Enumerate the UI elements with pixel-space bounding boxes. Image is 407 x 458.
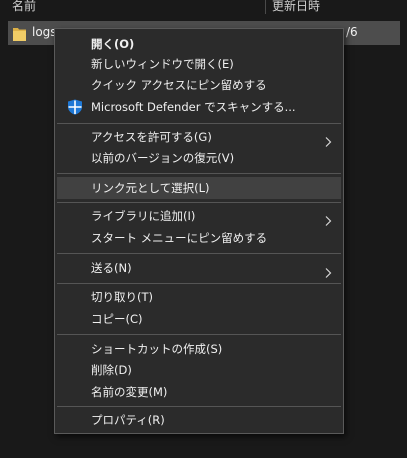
- menu-item-label: コピー(C): [91, 312, 143, 326]
- menu-item-properties[interactable]: プロパティ(R): [57, 409, 341, 431]
- menu-item-send-to[interactable]: 送る(N): [57, 257, 341, 279]
- menu-item-open-new-window[interactable]: 新しいウィンドウで開く(E): [57, 53, 341, 75]
- menu-item-label: ライブラリに追加(I): [91, 209, 196, 223]
- menu-separator: [57, 202, 341, 203]
- menu-item-label: 新しいウィンドウで開く(E): [91, 57, 234, 71]
- menu-item-label: 削除(D): [91, 363, 132, 377]
- menu-item-include-in-library[interactable]: ライブラリに追加(I): [57, 205, 341, 227]
- menu-separator: [57, 334, 341, 335]
- menu-item-select-as-link-source[interactable]: リンク元として選択(L): [57, 177, 341, 199]
- chevron-right-icon: [323, 211, 333, 226]
- menu-item-label: 切り取り(T): [91, 290, 153, 304]
- menu-item-label: スタート メニューにピン留めする: [91, 231, 268, 245]
- menu-item-label: プロパティ(R): [91, 413, 165, 427]
- menu-separator: [57, 173, 341, 174]
- menu-item-give-access[interactable]: アクセスを許可する(G): [57, 126, 341, 148]
- menu-item-label: Microsoft Defender でスキャンする...: [91, 100, 296, 114]
- menu-item-label: ショートカットの作成(S): [91, 342, 223, 356]
- file-name: logs: [32, 25, 57, 39]
- menu-item-label: 名前の変更(M): [91, 385, 168, 399]
- menu-item-label: 送る(N): [91, 261, 132, 275]
- menu-item-rename[interactable]: 名前の変更(M): [57, 381, 341, 403]
- name-column-header[interactable]: 名前: [12, 0, 36, 14]
- menu-item-restore-previous-versions[interactable]: 以前のバージョンの復元(V): [57, 147, 341, 169]
- menu-separator: [57, 283, 341, 284]
- menu-item-copy[interactable]: コピー(C): [57, 308, 341, 330]
- menu-item-label: クイック アクセスにピン留めする: [91, 78, 267, 92]
- menu-item-pin-quick-access[interactable]: クイック アクセスにピン留めする: [57, 74, 341, 96]
- menu-item-delete[interactable]: 削除(D): [57, 359, 341, 381]
- menu-item-open[interactable]: 開く(O): [57, 33, 341, 55]
- menu-item-label: 以前のバージョンの復元(V): [91, 151, 235, 165]
- menu-item-label: リンク元として選択(L): [91, 181, 210, 195]
- menu-separator: [57, 406, 341, 407]
- modified-column-header[interactable]: 更新日時: [272, 0, 320, 14]
- menu-item-defender-scan[interactable]: Microsoft Defender でスキャンする...: [57, 96, 341, 118]
- menu-item-pin-to-start[interactable]: スタート メニューにピン留めする: [57, 227, 341, 249]
- file-explorer-window: 名前 更新日時 logs /6 開く(O) 新しいウィンドウで開く(E) クイッ…: [0, 0, 407, 458]
- menu-separator: [57, 123, 341, 124]
- column-header-row: 名前 更新日時: [0, 0, 407, 14]
- shield-icon: [67, 99, 83, 115]
- folder-icon: [13, 26, 26, 41]
- menu-item-cut[interactable]: 切り取り(T): [57, 286, 341, 308]
- chevron-right-icon: [323, 263, 333, 278]
- context-menu: 開く(O) 新しいウィンドウで開く(E) クイック アクセスにピン留めする Mi…: [54, 28, 344, 434]
- menu-item-label: 開く(O): [91, 37, 135, 51]
- column-divider[interactable]: [265, 0, 266, 14]
- chevron-right-icon: [323, 132, 333, 147]
- menu-separator: [57, 253, 341, 254]
- menu-item-create-shortcut[interactable]: ショートカットの作成(S): [57, 338, 341, 360]
- menu-item-label: アクセスを許可する(G): [91, 130, 212, 144]
- file-modified-date: /6: [346, 25, 358, 39]
